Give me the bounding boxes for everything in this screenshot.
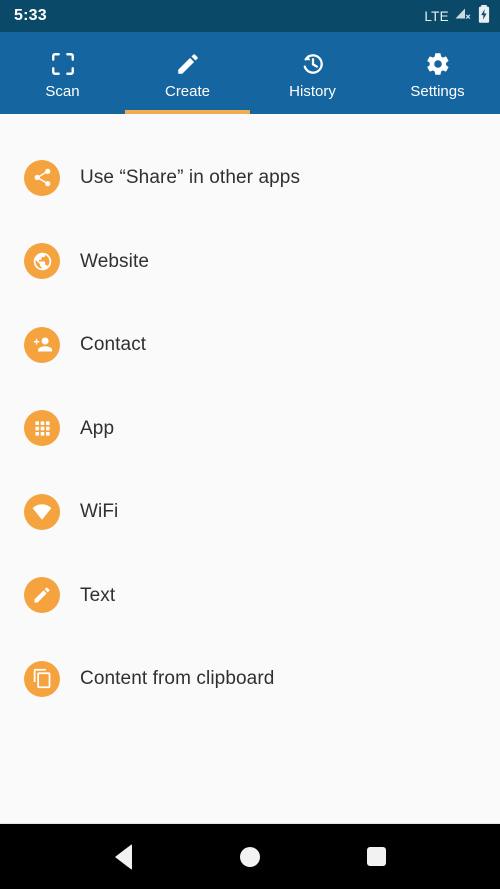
signal-no-service-icon — [455, 6, 472, 26]
pencil-icon — [24, 577, 60, 614]
list-item-text[interactable]: Text — [0, 554, 500, 638]
nav-home-button[interactable] — [227, 834, 273, 880]
system-nav-bar — [0, 824, 500, 889]
content-copy-icon — [24, 660, 60, 697]
status-bar: 5:33 LTE — [0, 0, 500, 32]
list-item-app[interactable]: App — [0, 387, 500, 471]
tab-scan[interactable]: Scan — [0, 32, 125, 114]
square-recents-icon — [367, 847, 387, 866]
nav-back-button[interactable] — [100, 834, 146, 880]
network-type-label: LTE — [424, 8, 449, 24]
list-item-wifi[interactable]: WiFi — [0, 470, 500, 554]
list-item-share-label: Use “Share” in other apps — [80, 167, 301, 189]
phone-screen: 5:33 LTE Scan Create History Settings Us… — [0, 0, 500, 889]
list-item-contact-label: Contact — [80, 334, 147, 356]
circle-home-icon — [239, 846, 260, 867]
active-tab-indicator — [125, 110, 250, 114]
scan-frame-icon — [50, 51, 76, 77]
create-list: Use “Share” in other apps Website Contac… — [0, 114, 500, 823]
triangle-back-icon — [114, 843, 132, 870]
person-add-icon — [24, 326, 60, 363]
list-item-app-label: App — [80, 417, 115, 439]
list-item-wifi-label: WiFi — [80, 501, 119, 523]
pencil-icon — [175, 51, 201, 77]
status-indicators: LTE — [424, 4, 490, 28]
tab-history[interactable]: History — [250, 32, 375, 114]
tab-scan-label: Scan — [45, 83, 80, 100]
tab-history-label: History — [289, 83, 336, 100]
main-tab-bar: Scan Create History Settings — [0, 32, 500, 114]
globe-icon — [24, 243, 60, 280]
tab-settings-label: Settings — [410, 83, 465, 100]
tab-settings[interactable]: Settings — [375, 32, 500, 114]
battery-charging-icon — [478, 4, 490, 28]
tab-create-label: Create — [164, 83, 211, 100]
nav-recents-button[interactable] — [354, 834, 400, 880]
list-item-website-label: Website — [80, 250, 149, 272]
gear-icon — [425, 51, 451, 77]
apps-grid-icon — [24, 410, 60, 447]
wifi-icon — [24, 493, 60, 530]
list-item-text-label: Text — [80, 584, 116, 606]
history-clock-icon — [300, 51, 326, 77]
status-clock: 5:33 — [14, 7, 47, 24]
list-item-clipboard[interactable]: Content from clipboard — [0, 637, 500, 721]
list-item-share[interactable]: Use “Share” in other apps — [0, 136, 500, 220]
share-icon — [24, 159, 60, 196]
list-item-contact[interactable]: Contact — [0, 303, 500, 387]
list-item-clipboard-label: Content from clipboard — [80, 668, 275, 690]
tab-create[interactable]: Create — [125, 32, 250, 114]
list-item-website[interactable]: Website — [0, 220, 500, 304]
